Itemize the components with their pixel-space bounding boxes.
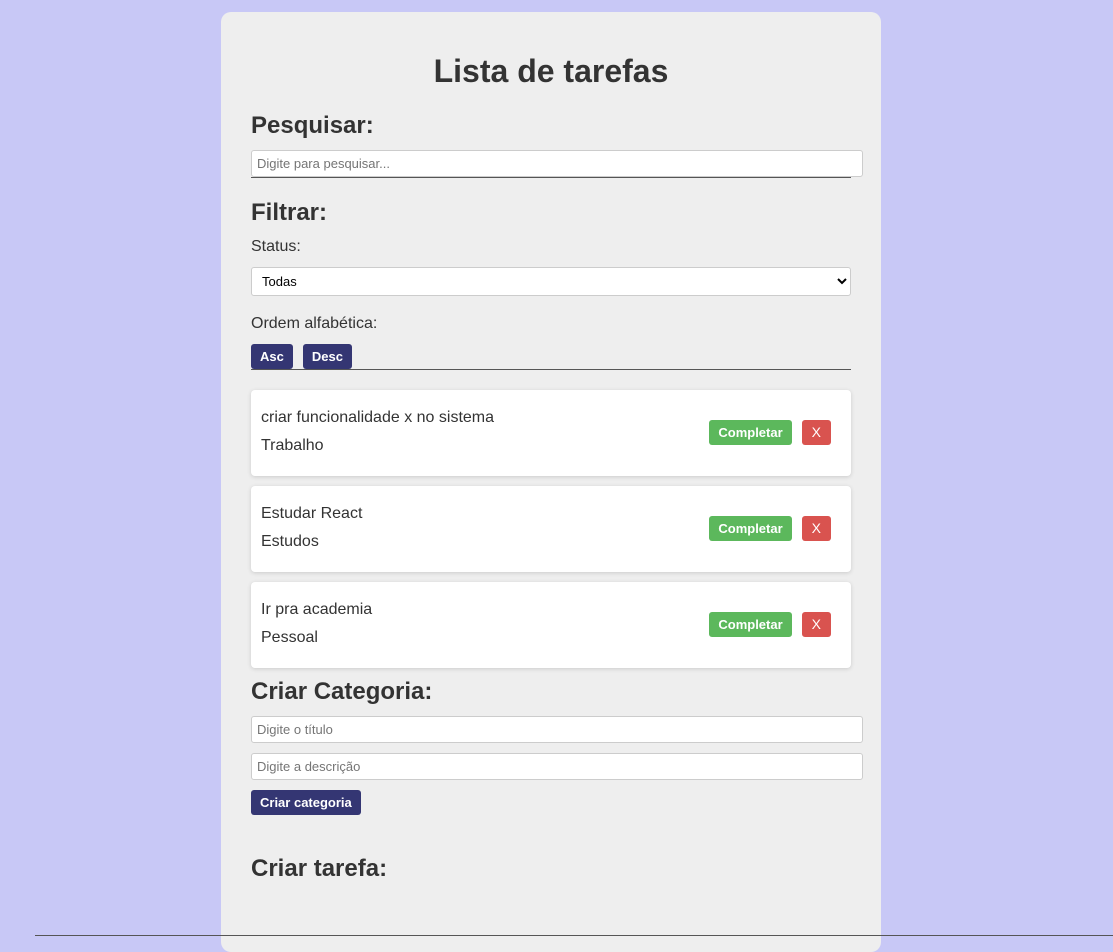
create-category-button[interactable]: Criar categoria	[251, 790, 361, 815]
page-title: Lista de tarefas	[433, 53, 669, 89]
todo-item: Estudar React Estudos Completar X	[251, 486, 851, 572]
order-label: Ordem alfabética:	[251, 315, 378, 332]
divider	[251, 177, 851, 178]
create-category-heading: Criar Categoria:	[251, 678, 433, 705]
search-heading: Pesquisar:	[251, 112, 374, 139]
sort-desc-button[interactable]: Desc	[302, 344, 352, 369]
divider	[251, 369, 851, 370]
complete-button[interactable]: Completar	[709, 516, 792, 541]
filter-heading: Filtrar:	[251, 199, 328, 226]
category-title-input[interactable]	[251, 716, 863, 743]
todo-actions: Completar X	[709, 612, 831, 637]
sort-asc-button[interactable]: Asc	[251, 344, 293, 369]
app-container: Lista de tarefas Pesquisar: Filtrar: Sta…	[221, 12, 881, 952]
todo-actions: Completar X	[709, 516, 831, 541]
remove-button[interactable]: X	[801, 420, 831, 445]
create-task-heading: Criar tarefa:	[251, 855, 388, 882]
todo-item: criar funcionalidade x no sistema Trabal…	[251, 390, 851, 476]
todo-list: criar funcionalidade x no sistema Trabal…	[251, 390, 851, 668]
complete-button[interactable]: Completar	[709, 612, 792, 637]
todo-item: Ir pra academia Pessoal Completar X	[251, 582, 851, 668]
order-buttons: Asc Desc	[251, 344, 851, 369]
search-input[interactable]	[251, 150, 863, 177]
remove-button[interactable]: X	[801, 516, 831, 541]
status-select[interactable]: Todas	[251, 267, 851, 296]
complete-button[interactable]: Completar	[709, 420, 792, 445]
category-description-input[interactable]	[251, 753, 863, 780]
remove-button[interactable]: X	[801, 612, 831, 637]
todo-actions: Completar X	[709, 420, 831, 445]
status-label: Status:	[251, 238, 301, 255]
